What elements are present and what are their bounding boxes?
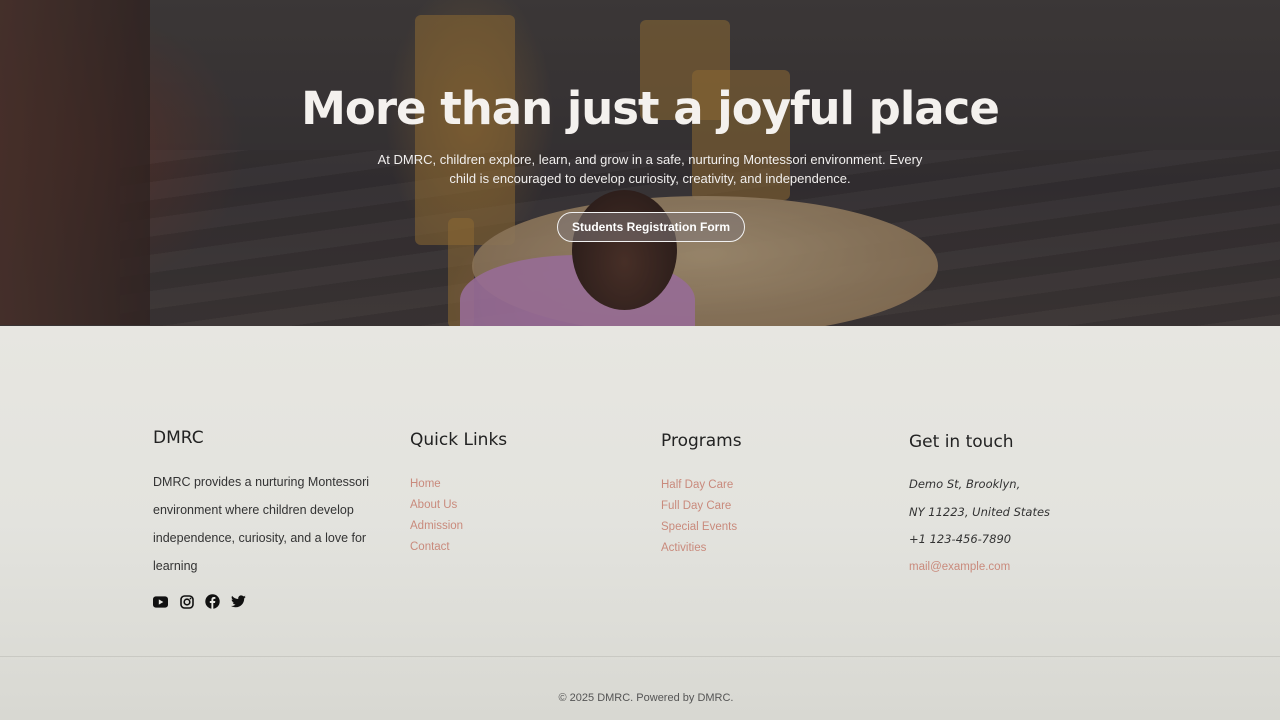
footer-brand-heading: DMRC — [153, 428, 204, 448]
list-item: Contact — [410, 537, 507, 558]
twitter-icon[interactable] — [231, 594, 246, 609]
link-full-day-care[interactable]: Full Day Care — [661, 500, 731, 512]
phone-number: +1 123-456-7890 — [909, 532, 1012, 546]
youtube-icon[interactable] — [153, 594, 168, 609]
footer-programs: Programs Half Day Care Full Day Care Spe… — [661, 431, 742, 559]
instagram-icon[interactable] — [179, 594, 194, 609]
social-links — [153, 594, 373, 609]
copyright-text: © 2025 DMRC. Powered by DMRC. — [558, 692, 734, 704]
link-half-day-care[interactable]: Half Day Care — [661, 479, 733, 491]
footer-divider — [0, 656, 1280, 657]
list-item: Home — [410, 474, 507, 495]
link-contact[interactable]: Contact — [410, 541, 450, 553]
link-about-us[interactable]: About Us — [410, 499, 457, 511]
list-item: Half Day Care — [661, 475, 742, 496]
list-item: Full Day Care — [661, 496, 742, 517]
list-item: Activities — [661, 538, 742, 559]
hero-description: At DMRC, children explore, learn, and gr… — [377, 152, 923, 186]
hero-title: More than just a joyful place — [301, 82, 1000, 135]
list-item: Special Events — [661, 517, 742, 538]
quick-links-list: Home About Us Admission Contact — [410, 474, 507, 558]
list-item: Admission — [410, 516, 507, 537]
programs-heading: Programs — [661, 431, 742, 451]
contact-heading: Get in touch — [909, 432, 1014, 452]
quick-links-heading: Quick Links — [410, 430, 508, 450]
footer-quick-links: Quick Links Home About Us Admission Cont… — [410, 430, 507, 558]
facebook-icon[interactable] — [205, 594, 220, 609]
footer-about: DMRC DMRC provides a nurturing Montessor… — [153, 428, 373, 609]
link-home[interactable]: Home — [410, 478, 441, 490]
hero-section: More than just a joyful place At DMRC, c… — [0, 0, 1280, 335]
list-item: About Us — [410, 495, 507, 516]
footer-contact: Get in touch Demo St, Brooklyn, NY 11223… — [909, 432, 1050, 581]
link-activities[interactable]: Activities — [661, 542, 706, 554]
registration-form-button[interactable]: Students Registration Form — [557, 212, 745, 242]
address-line-2: NY 11223, United States — [909, 504, 1051, 519]
footer: DMRC DMRC provides a nurturing Montessor… — [0, 326, 1280, 720]
link-admission[interactable]: Admission — [410, 520, 463, 532]
link-special-events[interactable]: Special Events — [661, 521, 737, 533]
footer-about-text: DMRC provides a nurturing Montessori env… — [153, 475, 370, 573]
address-line-1: Demo St, Brooklyn, — [909, 477, 1021, 491]
programs-list: Half Day Care Full Day Care Special Even… — [661, 475, 742, 559]
email-link[interactable]: mail@example.com — [909, 554, 1050, 582]
